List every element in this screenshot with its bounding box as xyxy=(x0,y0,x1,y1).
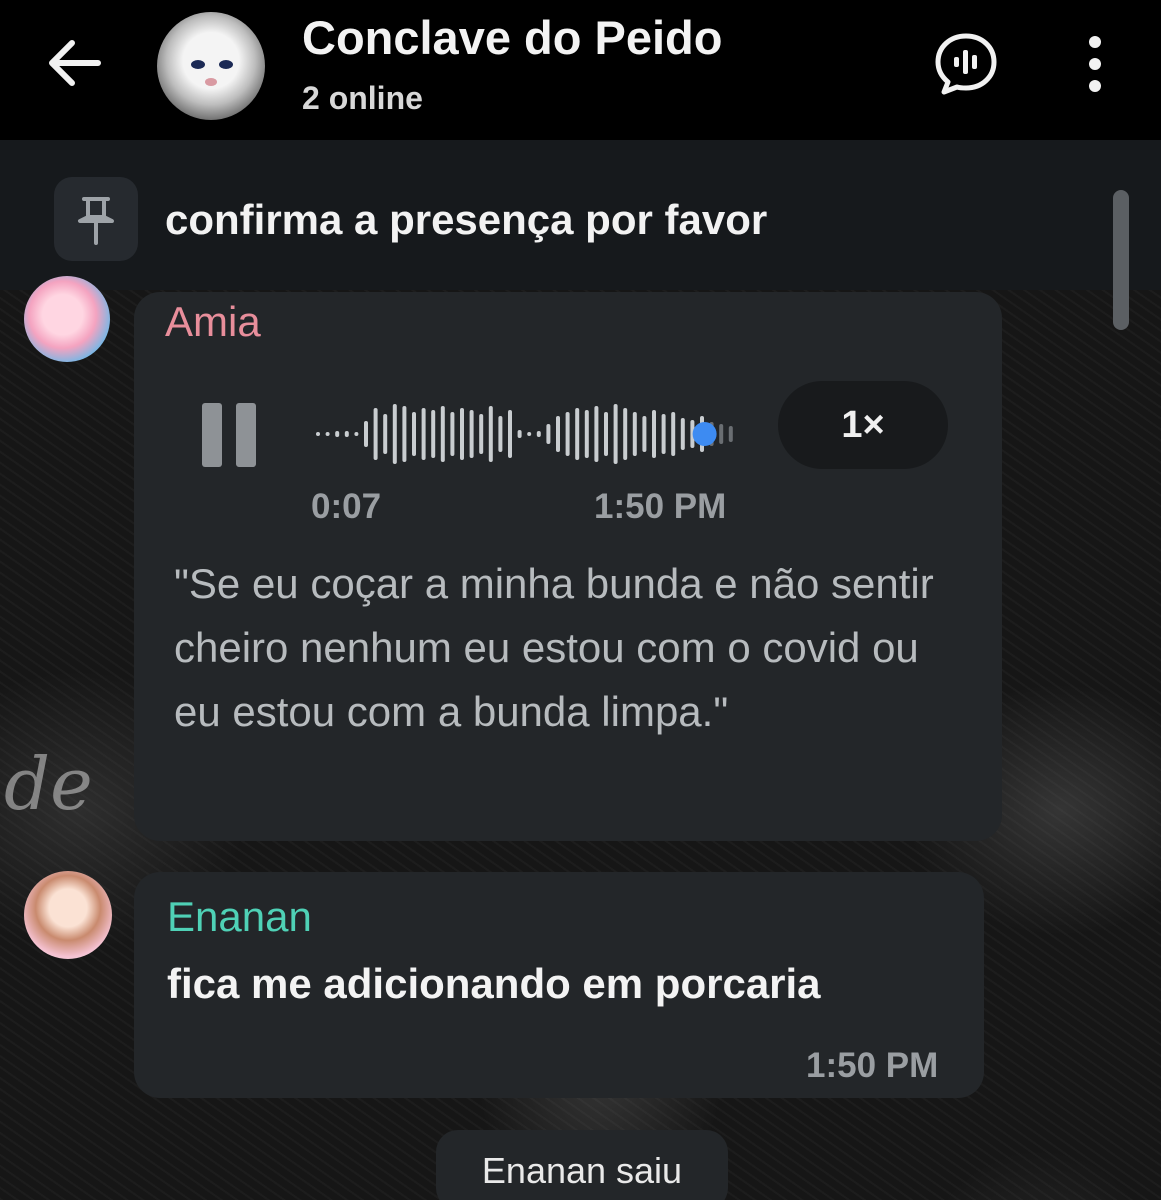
waveform-bar xyxy=(584,410,589,458)
playback-speed-button[interactable]: 1× xyxy=(778,381,948,469)
message-time: 1:50 PM xyxy=(594,487,727,526)
waveform-bar xyxy=(479,414,484,454)
pause-button[interactable] xyxy=(200,403,258,467)
pinned-text[interactable]: confirma a presença por favor xyxy=(165,196,767,244)
system-message: Enanan saiu xyxy=(436,1130,728,1200)
waveform-bar xyxy=(460,408,464,460)
waveform-bar xyxy=(652,410,656,458)
more-vertical-icon xyxy=(1089,36,1101,92)
waveform-bar xyxy=(392,404,397,464)
message-time: 1:50 PM xyxy=(806,1046,939,1085)
pin-button[interactable] xyxy=(54,177,138,261)
waveform-bar xyxy=(671,412,676,456)
waveform-bar xyxy=(728,426,733,442)
online-count: 2 online xyxy=(302,80,423,116)
waveform-bar xyxy=(373,408,378,460)
waveform-bar xyxy=(450,412,455,456)
waveform-bar xyxy=(623,408,628,460)
waveform-bar xyxy=(421,408,426,460)
waveform-bar xyxy=(508,410,512,458)
waveform-bar xyxy=(383,414,388,454)
voice-chat-icon xyxy=(935,33,997,95)
waveform-bar xyxy=(613,404,618,464)
waveform-bar xyxy=(680,418,685,450)
waveform-bar xyxy=(527,432,532,436)
waveform-bar xyxy=(565,412,570,456)
avatar-amia[interactable] xyxy=(24,276,110,362)
waveform-bar xyxy=(335,431,340,437)
arrow-left-icon xyxy=(49,40,101,86)
avatar-enanan[interactable] xyxy=(24,871,112,959)
group-avatar[interactable] xyxy=(157,12,265,120)
voice-duration: 0:07 xyxy=(311,487,382,526)
playback-position-handle[interactable] xyxy=(692,422,717,446)
chat-header: Conclave do Peido 2 online xyxy=(0,0,1161,140)
waveform-bar xyxy=(402,406,407,462)
waveform-bar xyxy=(488,406,493,462)
waveform-bar xyxy=(604,412,608,456)
waveform-bar xyxy=(661,414,666,454)
sender-name[interactable]: Amia xyxy=(165,298,261,346)
waveform-bar xyxy=(556,416,560,452)
sender-name[interactable]: Enanan xyxy=(167,893,312,941)
waveform-bar xyxy=(412,412,416,456)
chat-title[interactable]: Conclave do Peido xyxy=(302,10,722,65)
voice-transcript: "Se eu coçar a minha bunda e não sentir … xyxy=(174,560,934,735)
wallpaper-text: de xyxy=(4,742,93,826)
pinned-scroll-indicator xyxy=(1113,190,1129,330)
waveform-bar xyxy=(498,416,503,452)
waveform-bar xyxy=(632,412,637,456)
message-text: fica me adicionando em porcaria xyxy=(167,960,821,1007)
waveform-bar xyxy=(536,431,541,437)
waveform-bar xyxy=(546,424,551,444)
waveform-bar xyxy=(431,410,436,458)
waveform-bar xyxy=(316,432,320,436)
waveform-bar xyxy=(354,432,359,436)
pin-icon xyxy=(78,197,114,245)
waveform-bar xyxy=(440,406,445,462)
waveform-bar xyxy=(325,432,330,436)
waveform-bar xyxy=(594,406,599,462)
waveform-bar xyxy=(469,410,474,458)
voice-chat-button[interactable] xyxy=(932,30,1000,98)
more-options-button[interactable] xyxy=(1074,30,1116,98)
waveform-bar xyxy=(517,430,522,438)
waveform-bar xyxy=(344,431,349,437)
waveform-bar xyxy=(364,421,368,447)
waveform-bar xyxy=(575,408,580,460)
back-button[interactable] xyxy=(40,28,110,98)
waveform-bar xyxy=(719,424,724,444)
voice-waveform[interactable] xyxy=(312,398,742,470)
waveform-bar xyxy=(642,416,647,452)
